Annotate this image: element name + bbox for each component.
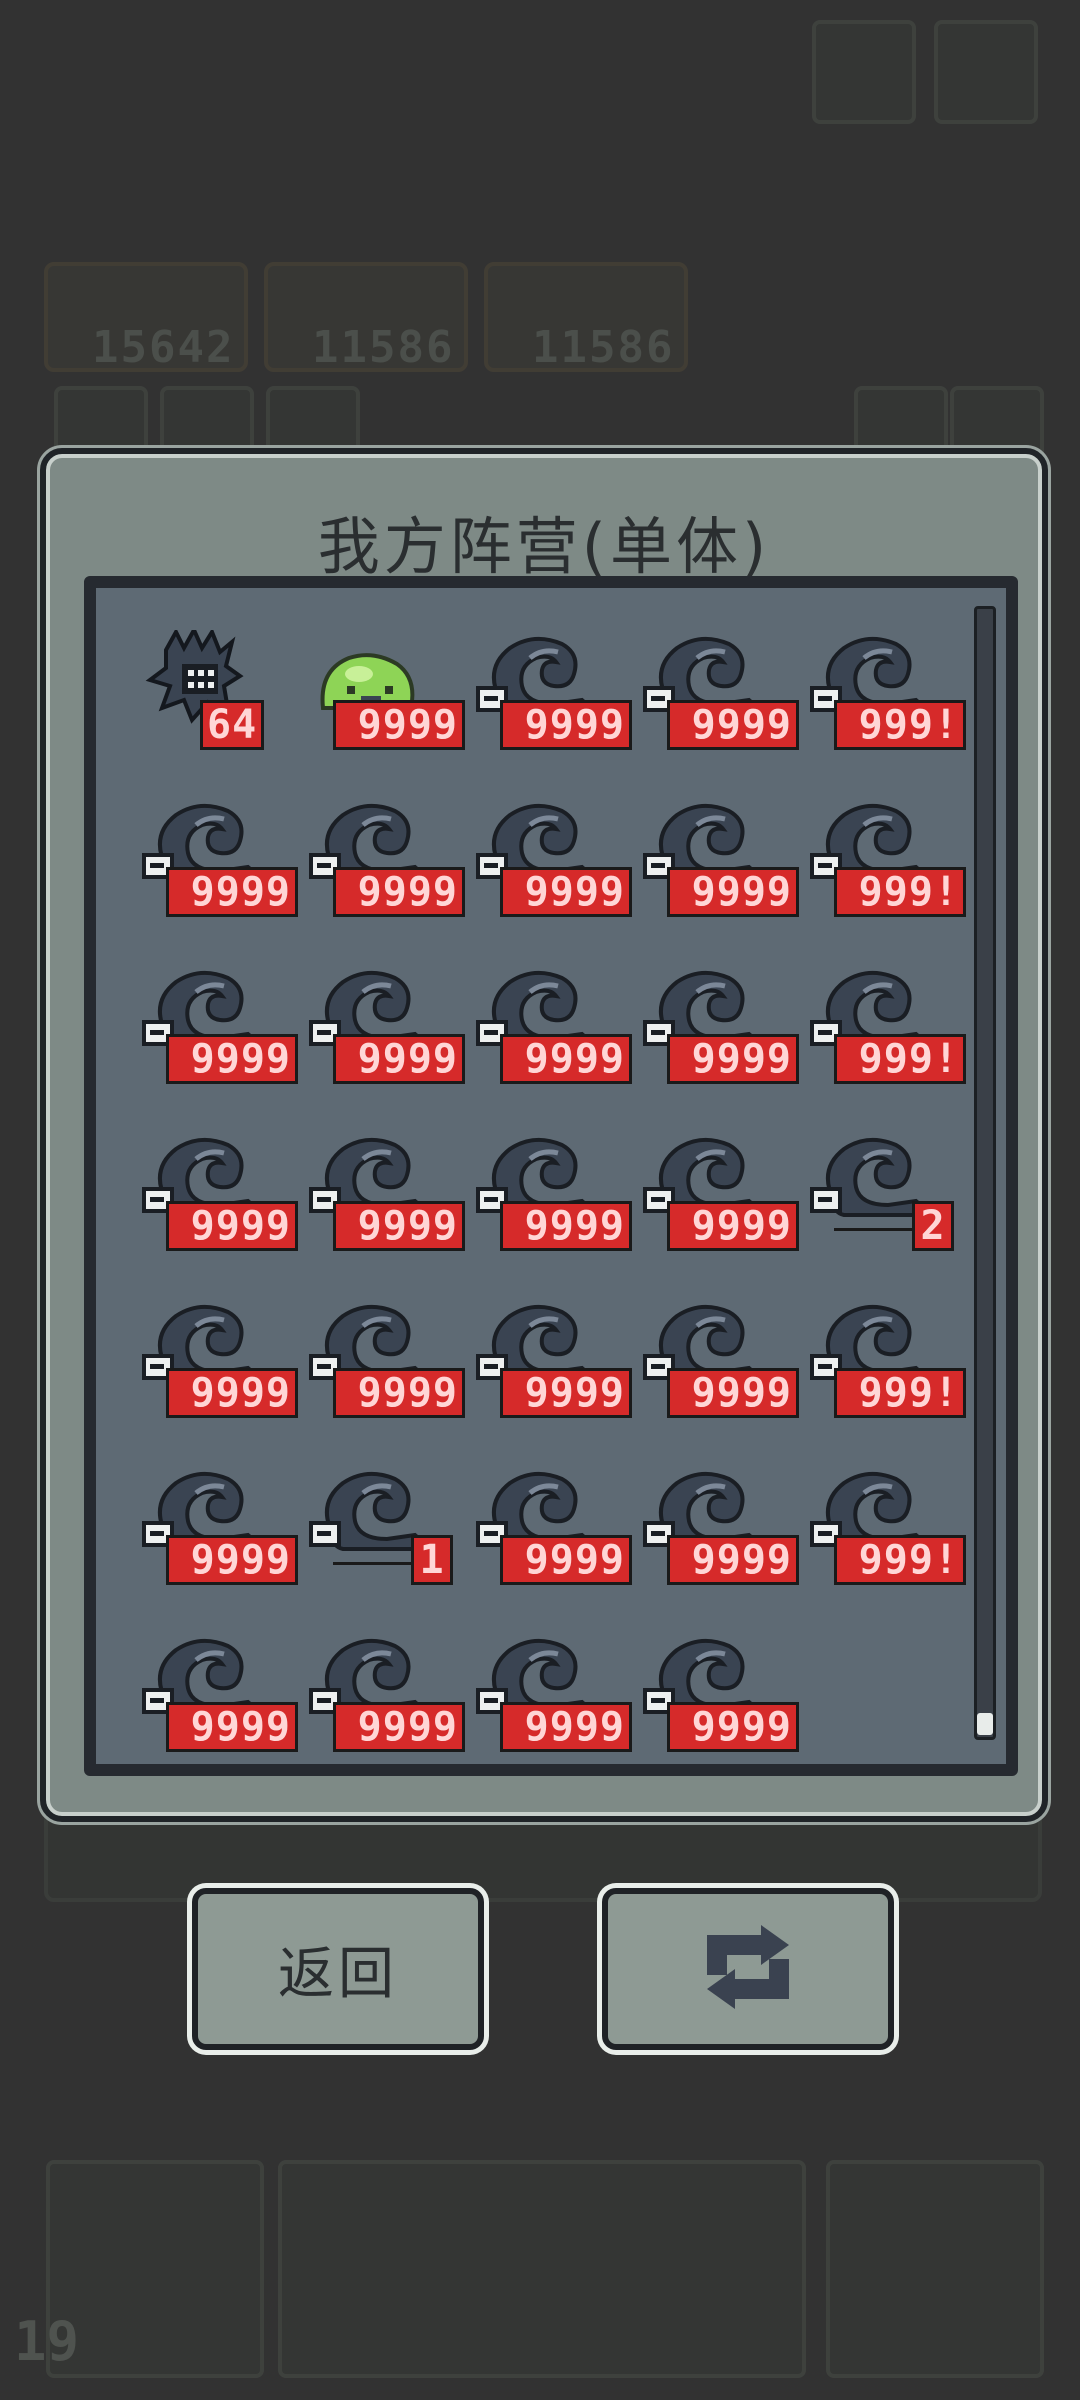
unit-count-badge: 9999 — [500, 1201, 632, 1251]
refresh-icon — [693, 1925, 803, 2013]
unit-count-badge: 9999 — [166, 1702, 298, 1752]
unit-card[interactable]: 9999 — [136, 1465, 298, 1585]
unit-count-badge: 9999 — [667, 1201, 799, 1251]
unit-card[interactable]: 9999 — [470, 797, 632, 917]
unit-card[interactable]: 999! — [804, 630, 966, 750]
unit-card[interactable]: 9999 — [637, 1298, 799, 1418]
unit-card[interactable]: 1 — [303, 1465, 453, 1585]
unit-count-badge: 9999 — [166, 1201, 298, 1251]
unit-count-badge: 999! — [834, 700, 966, 750]
scroll-thumb[interactable] — [977, 1713, 993, 1735]
unit-card[interactable]: 9999 — [136, 1632, 298, 1752]
unit-card[interactable]: 9999 — [303, 630, 465, 750]
unit-count-badge: 9999 — [333, 1702, 465, 1752]
refresh-button[interactable] — [602, 1888, 894, 2050]
top-menu-button — [812, 20, 916, 124]
unit-card[interactable]: 999! — [804, 1298, 966, 1418]
unit-count-badge: 9999 — [667, 1702, 799, 1752]
unit-card[interactable]: 9999 — [637, 797, 799, 917]
unit-count-badge: 9999 — [667, 1535, 799, 1585]
unit-card[interactable]: 9999 — [470, 1298, 632, 1418]
unit-card[interactable]: 9999 — [637, 1465, 799, 1585]
unit-card[interactable]: 64 — [136, 630, 286, 750]
unit-count-badge: 999! — [834, 867, 966, 917]
unit-count-badge: 9999 — [333, 867, 465, 917]
unit-card[interactable]: 9999 — [303, 1632, 465, 1752]
unit-count-badge: 9999 — [166, 1535, 298, 1585]
unit-count-badge: 999! — [834, 1034, 966, 1084]
unit-card[interactable]: 2 — [804, 1131, 954, 1251]
unit-count-badge: 9999 — [500, 700, 632, 750]
unit-count-badge: 9999 — [166, 867, 298, 917]
top-settings-button — [934, 20, 1038, 124]
unit-count-badge: 9999 — [333, 1201, 465, 1251]
level-indicator: 19 — [14, 2310, 80, 2373]
unit-card[interactable]: 999! — [804, 797, 966, 917]
unit-count-badge: 9999 — [500, 1535, 632, 1585]
back-button[interactable]: 返回 — [192, 1888, 484, 2050]
unit-card[interactable]: 9999 — [470, 630, 632, 750]
ally-camp-dialog: 我方阵营(单体) 64 9999 9999 9999 999! 9999 999… — [40, 448, 1048, 1822]
dialog-title: 我方阵营(单体) — [317, 510, 771, 583]
unit-card[interactable]: 9999 — [303, 964, 465, 1084]
unit-count-badge: 9999 — [333, 700, 465, 750]
enemy-hp-1: 15642 — [92, 322, 235, 373]
unit-count-badge: 9999 — [333, 1034, 465, 1084]
unit-count-badge: 999! — [834, 1535, 966, 1585]
unit-card[interactable]: 9999 — [303, 1298, 465, 1418]
unit-card[interactable]: 9999 — [470, 1131, 632, 1251]
count-underline — [333, 1562, 411, 1565]
unit-card[interactable]: 9999 — [637, 964, 799, 1084]
unit-card[interactable]: 9999 — [470, 1632, 632, 1752]
unit-count-badge: 2 — [912, 1201, 954, 1251]
unit-count-badge: 9999 — [333, 1368, 465, 1418]
unit-count-badge: 9999 — [667, 700, 799, 750]
unit-card[interactable]: 9999 — [136, 797, 298, 917]
unit-card[interactable]: 9999 — [470, 1465, 632, 1585]
unit-card[interactable]: 999! — [804, 964, 966, 1084]
unit-count-badge: 64 — [200, 700, 265, 750]
unit-count-badge: 9999 — [500, 1034, 632, 1084]
unit-card[interactable]: 9999 — [303, 1131, 465, 1251]
unit-count-badge: 9999 — [500, 1368, 632, 1418]
enemy-hp-2: 11586 — [312, 322, 455, 373]
unit-count-badge: 9999 — [667, 1034, 799, 1084]
unit-card[interactable]: 9999 — [637, 1131, 799, 1251]
unit-count-badge: 9999 — [667, 867, 799, 917]
back-button-label: 返回 — [278, 1941, 398, 2007]
unit-list-panel[interactable]: 64 9999 9999 9999 999! 9999 9999 9999 99… — [84, 576, 1018, 1776]
unit-card[interactable]: 9999 — [136, 1131, 298, 1251]
unit-card[interactable]: 9999 — [136, 1298, 298, 1418]
unit-card[interactable]: 999! — [804, 1465, 966, 1585]
unit-count-badge: 9999 — [166, 1034, 298, 1084]
unit-card[interactable]: 9999 — [303, 797, 465, 917]
unit-card[interactable]: 9999 — [637, 1632, 799, 1752]
unit-count-badge: 9999 — [500, 867, 632, 917]
bg-center-slot — [278, 2160, 806, 2378]
unit-card[interactable]: 9999 — [470, 964, 632, 1084]
scrollbar[interactable] — [974, 606, 996, 1740]
unit-count-badge: 9999 — [667, 1368, 799, 1418]
unit-count-badge: 9999 — [166, 1368, 298, 1418]
unit-count-badge: 1 — [411, 1535, 453, 1585]
enemy-hp-3: 11586 — [532, 322, 675, 373]
unit-card[interactable]: 9999 — [136, 964, 298, 1084]
unit-card[interactable]: 9999 — [637, 630, 799, 750]
unit-count-badge: 9999 — [500, 1702, 632, 1752]
unit-count-badge: 999! — [834, 1368, 966, 1418]
count-underline — [834, 1228, 912, 1231]
bg-character-slot — [826, 2160, 1044, 2378]
bg-bottom-bar — [44, 1808, 1042, 1902]
